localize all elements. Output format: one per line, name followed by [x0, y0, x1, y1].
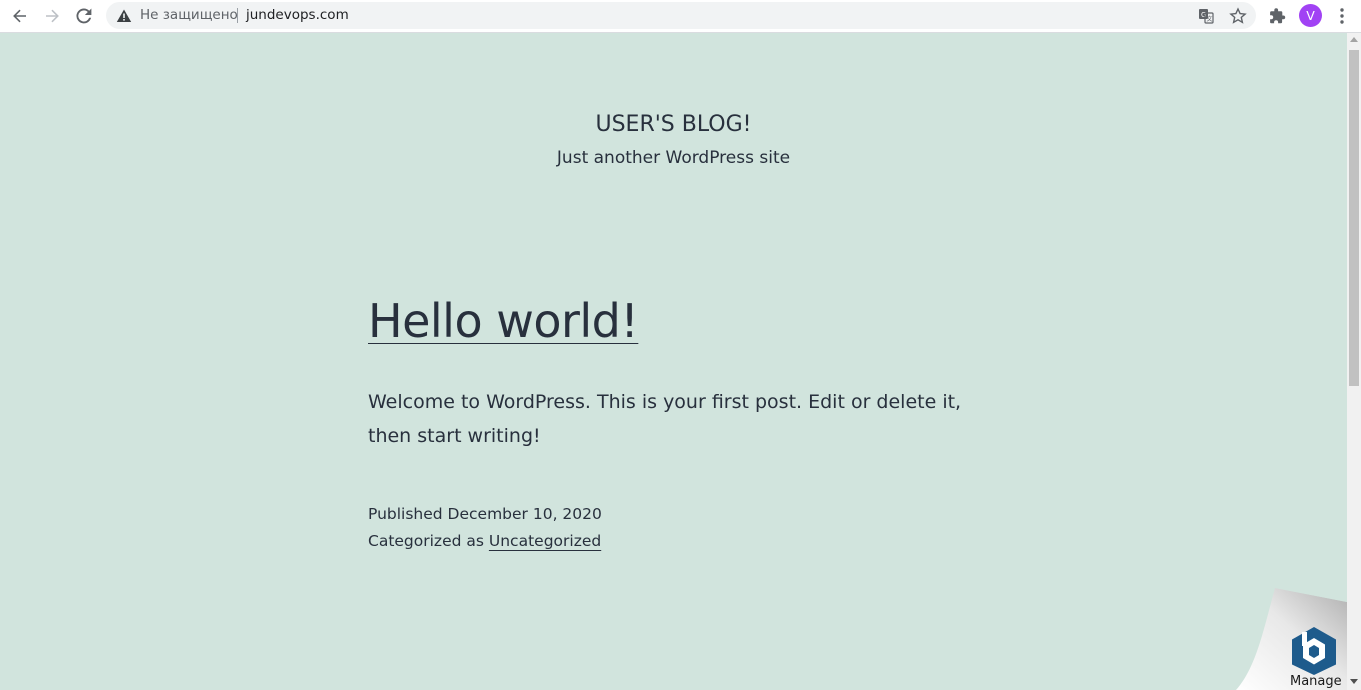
url-text[interactable]: jundevops.com: [246, 7, 349, 23]
scrollbar-thumb[interactable]: [1349, 50, 1359, 386]
post-excerpt: Welcome to WordPress. This is your first…: [368, 391, 962, 447]
site-title[interactable]: USER'S BLOG!: [0, 112, 1347, 137]
manage-widget[interactable]: Manage: [1236, 588, 1347, 690]
translate-icon[interactable]: G文: [1197, 7, 1215, 25]
browser-toolbar: Не защищено jundevops.com G文 V: [0, 0, 1361, 33]
manage-label[interactable]: Manage: [1290, 674, 1342, 689]
back-button[interactable]: [6, 3, 34, 29]
post-categories: Categorized as Uncategorized: [368, 532, 601, 550]
site-tagline: Just another WordPress site: [556, 148, 791, 168]
categorized-prefix: Categorized as: [368, 532, 484, 550]
puzzle-icon: [1270, 8, 1286, 24]
security-status-label[interactable]: Не защищено: [140, 7, 238, 23]
forward-button[interactable]: [38, 3, 66, 29]
address-bar[interactable]: Не защищено jundevops.com G文: [106, 2, 1256, 29]
warning-icon[interactable]: [116, 8, 132, 24]
scroll-down-arrow-icon[interactable]: [1350, 679, 1358, 684]
omnibox-divider: [237, 8, 238, 23]
arrow-left-icon: [13, 9, 26, 23]
hexagon-logo-icon: [1292, 627, 1336, 675]
arrow-right-icon: [46, 9, 59, 23]
bookmark-star-icon[interactable]: [1229, 7, 1247, 25]
kebab-menu-icon: [1340, 8, 1344, 24]
svg-text:文: 文: [1207, 15, 1213, 23]
extensions-button[interactable]: [1267, 5, 1289, 27]
page-scrollbar[interactable]: [1347, 33, 1361, 690]
category-link[interactable]: Uncategorized: [489, 532, 601, 550]
reload-button[interactable]: [70, 3, 98, 29]
scroll-up-arrow-icon[interactable]: [1350, 37, 1358, 42]
post-title-link[interactable]: Hello world!: [368, 294, 639, 348]
post-published-date: Published December 10, 2020: [368, 505, 602, 523]
profile-avatar[interactable]: V: [1299, 4, 1322, 27]
browser-menu-button[interactable]: [1331, 5, 1353, 27]
reload-icon: [76, 8, 92, 24]
